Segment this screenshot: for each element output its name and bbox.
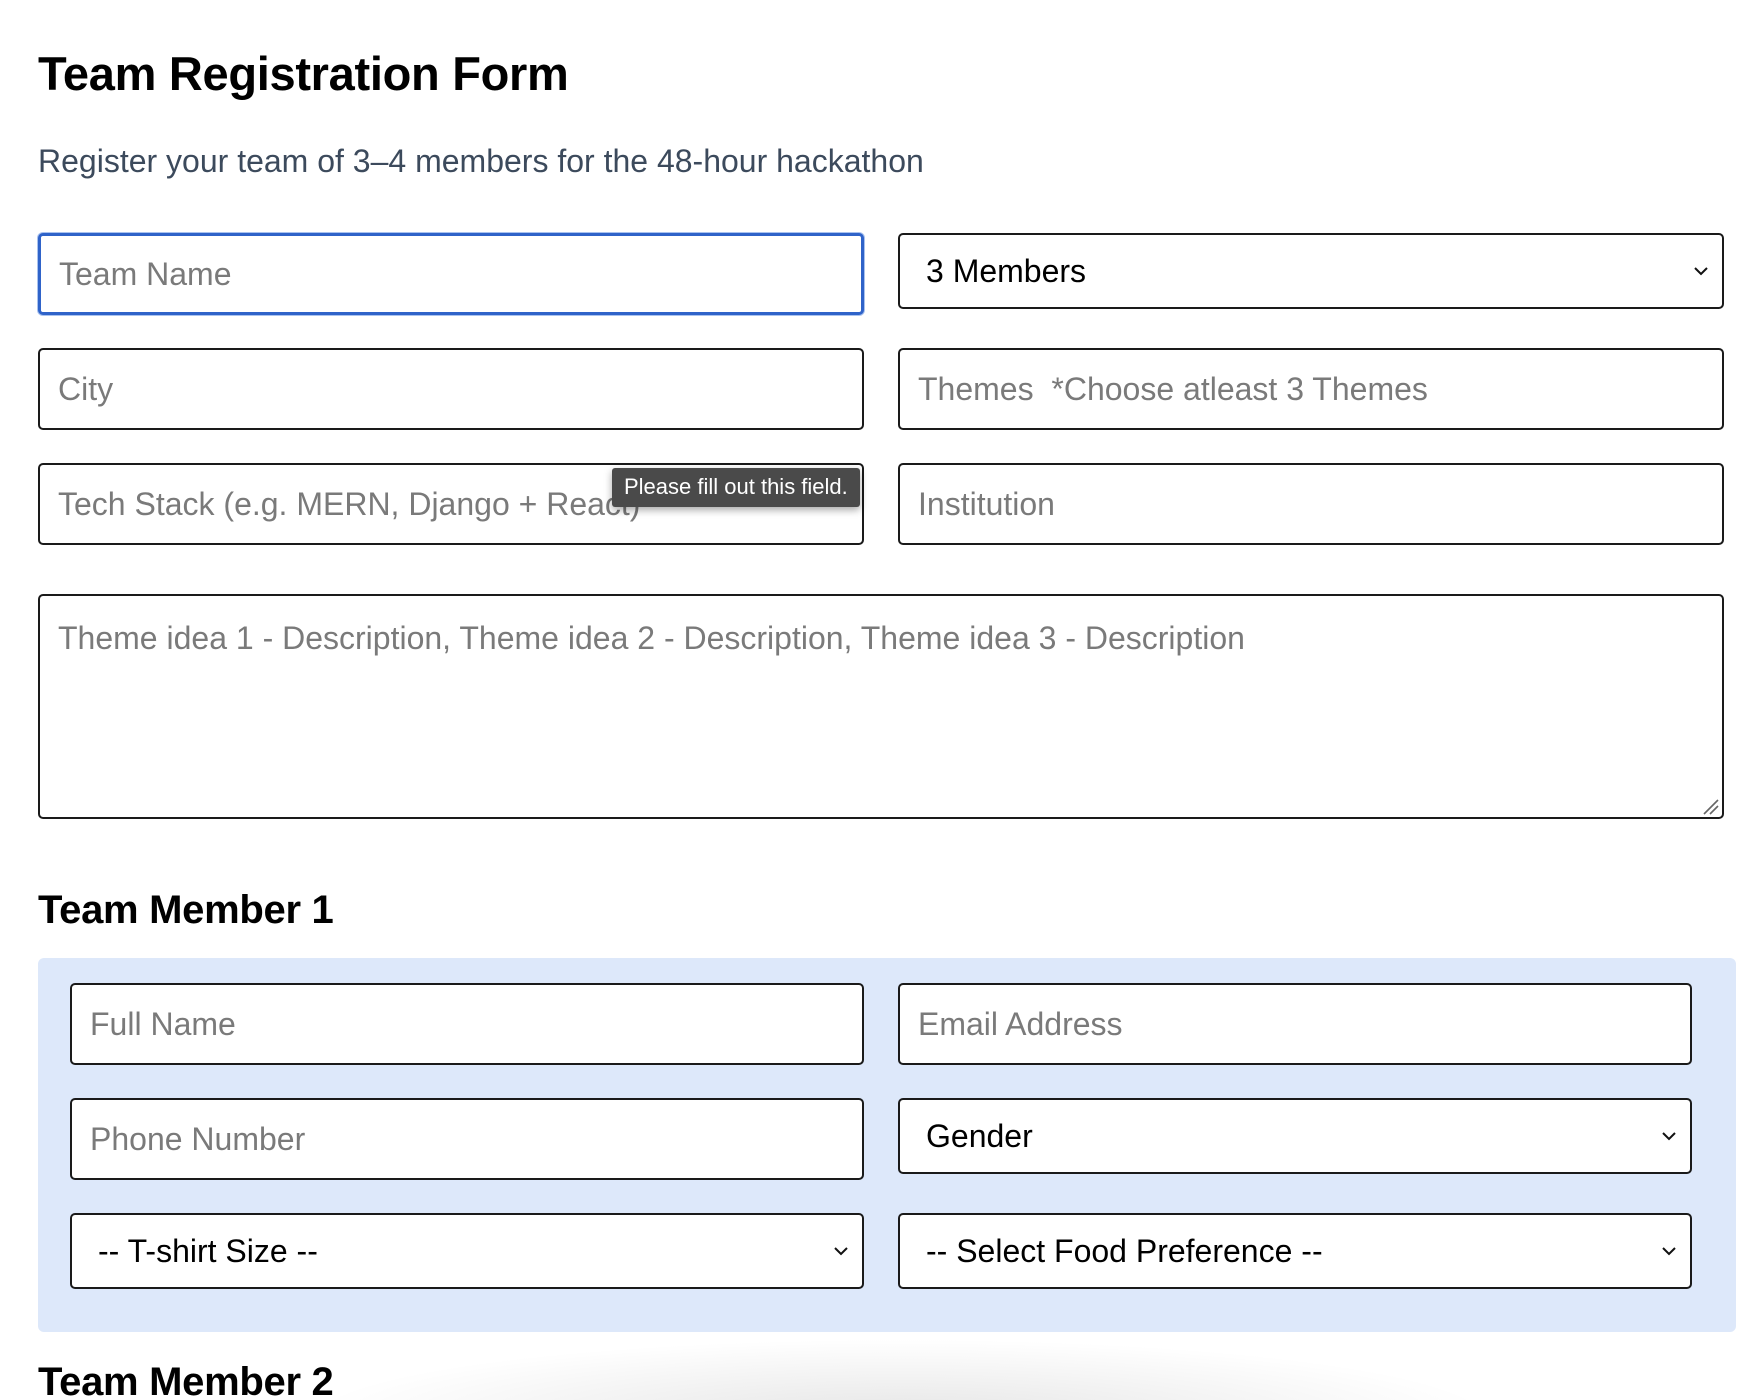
team-name-input[interactable]	[38, 233, 864, 315]
tshirt-value: -- T-shirt Size --	[98, 1232, 318, 1269]
member-1-full-name-input[interactable]	[70, 983, 864, 1065]
team-size-select[interactable]: 3 Members	[898, 233, 1724, 309]
member-1-gender-select[interactable]: Gender	[898, 1098, 1692, 1174]
member-2-heading: Team Member 2	[38, 1360, 334, 1400]
chevron-down-icon	[1690, 260, 1712, 282]
member-1-email-input[interactable]	[898, 983, 1692, 1065]
page-subtitle: Register your team of 3–4 members for th…	[38, 143, 924, 179]
city-input[interactable]	[38, 348, 864, 430]
themes-input[interactable]	[898, 348, 1724, 430]
gender-value: Gender	[926, 1117, 1033, 1154]
scroll-shadow	[300, 1338, 1500, 1400]
team-size-value: 3 Members	[926, 252, 1087, 289]
page-title: Team Registration Form	[38, 47, 569, 100]
member-1-food-select[interactable]: -- Select Food Preference --	[898, 1213, 1692, 1289]
chevron-down-icon	[1658, 1125, 1680, 1147]
chevron-down-icon	[830, 1240, 852, 1262]
member-1-tshirt-select[interactable]: -- T-shirt Size --	[70, 1213, 864, 1289]
institution-input[interactable]	[898, 463, 1724, 545]
resize-grip-icon[interactable]	[1700, 796, 1720, 816]
food-value: -- Select Food Preference --	[926, 1232, 1323, 1269]
chevron-down-icon	[1658, 1240, 1680, 1262]
member-1-heading: Team Member 1	[38, 888, 334, 932]
validation-tooltip: Please fill out this field.	[612, 468, 860, 507]
member-1-phone-input[interactable]	[70, 1098, 864, 1180]
theme-ideas-textarea[interactable]	[38, 594, 1724, 819]
